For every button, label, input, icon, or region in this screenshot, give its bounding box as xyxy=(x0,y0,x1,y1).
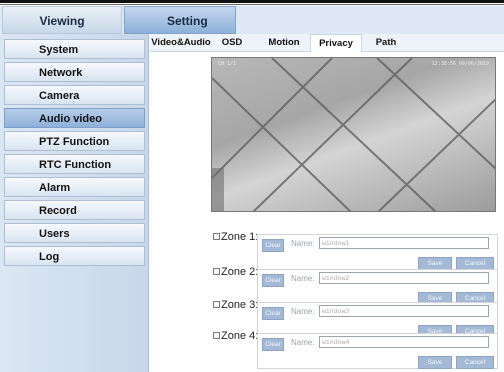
top-tab-bar: Viewing Setting xyxy=(0,6,504,34)
sidebar-item-audio-video[interactable]: Audio video xyxy=(4,108,145,128)
video-preview[interactable]: CH 1/1 12:38:56 09/06/2019 xyxy=(211,57,496,212)
tab-video-audio[interactable]: Video&Audio xyxy=(150,34,212,52)
window-top-border xyxy=(0,0,504,5)
sidebar-item-alarm[interactable]: Alarm xyxy=(4,177,145,197)
osd-timestamp: 12:38:56 09/06/2019 xyxy=(431,61,489,67)
name-label: Name: xyxy=(291,338,315,347)
clear-button[interactable]: Clear xyxy=(262,274,284,287)
tab-motion[interactable]: Motion xyxy=(260,34,308,52)
sidebar-menu: System Network Camera Audio video PTZ Fu… xyxy=(0,34,149,372)
zone-name-input[interactable] xyxy=(319,272,489,284)
sub-tab-bar: Video&Audio OSD Motion Privacy Path xyxy=(150,34,504,52)
sidebar-item-log[interactable]: Log xyxy=(4,246,145,266)
zone-checkbox[interactable] xyxy=(213,301,220,308)
zone-label: Zone 2: xyxy=(221,266,259,278)
cancel-button[interactable]: Cancel xyxy=(456,356,494,369)
zone-checkbox[interactable] xyxy=(213,332,220,339)
zone-name-input[interactable] xyxy=(319,305,489,317)
tab-viewing[interactable]: Viewing xyxy=(2,6,122,34)
zone-label: Zone 3: xyxy=(221,299,259,311)
sidebar-item-rtc-function[interactable]: RTC Function xyxy=(4,154,145,174)
zone-name-input[interactable] xyxy=(319,237,489,249)
sidebar-item-camera[interactable]: Camera xyxy=(4,85,145,105)
save-button[interactable]: Save xyxy=(418,356,452,369)
zone-checkbox[interactable] xyxy=(213,268,220,275)
sidebar-item-system[interactable]: System xyxy=(4,39,145,59)
clear-button[interactable]: Clear xyxy=(262,239,284,252)
clear-button[interactable]: Clear xyxy=(262,338,284,351)
tab-path[interactable]: Path xyxy=(364,34,408,52)
tab-privacy[interactable]: Privacy xyxy=(310,34,362,52)
zone-label: Zone 1: xyxy=(221,231,259,243)
sidebar-item-ptz-function[interactable]: PTZ Function xyxy=(4,131,145,151)
zone-label: Zone 4: xyxy=(221,330,259,342)
osd-channel: CH 1/1 xyxy=(218,61,237,67)
zone-row: Zone 4: Clear Name: Save Cancel xyxy=(213,330,498,372)
name-label: Name: xyxy=(291,274,315,283)
zone-panel: Clear Name: Save Cancel xyxy=(257,333,498,369)
zone-panel: Clear Name: Save Cancel xyxy=(257,234,498,270)
zone-checkbox[interactable] xyxy=(213,233,220,240)
sidebar-item-network[interactable]: Network xyxy=(4,62,145,82)
tab-setting[interactable]: Setting xyxy=(124,6,236,34)
sidebar-item-record[interactable]: Record xyxy=(4,200,145,220)
clear-button[interactable]: Clear xyxy=(262,307,284,320)
sidebar-item-users[interactable]: Users xyxy=(4,223,145,243)
name-label: Name: xyxy=(291,239,315,248)
name-label: Name: xyxy=(291,307,315,316)
zone-name-input[interactable] xyxy=(319,336,489,348)
tab-osd[interactable]: OSD xyxy=(214,34,250,52)
video-frame-tiles xyxy=(212,58,495,211)
